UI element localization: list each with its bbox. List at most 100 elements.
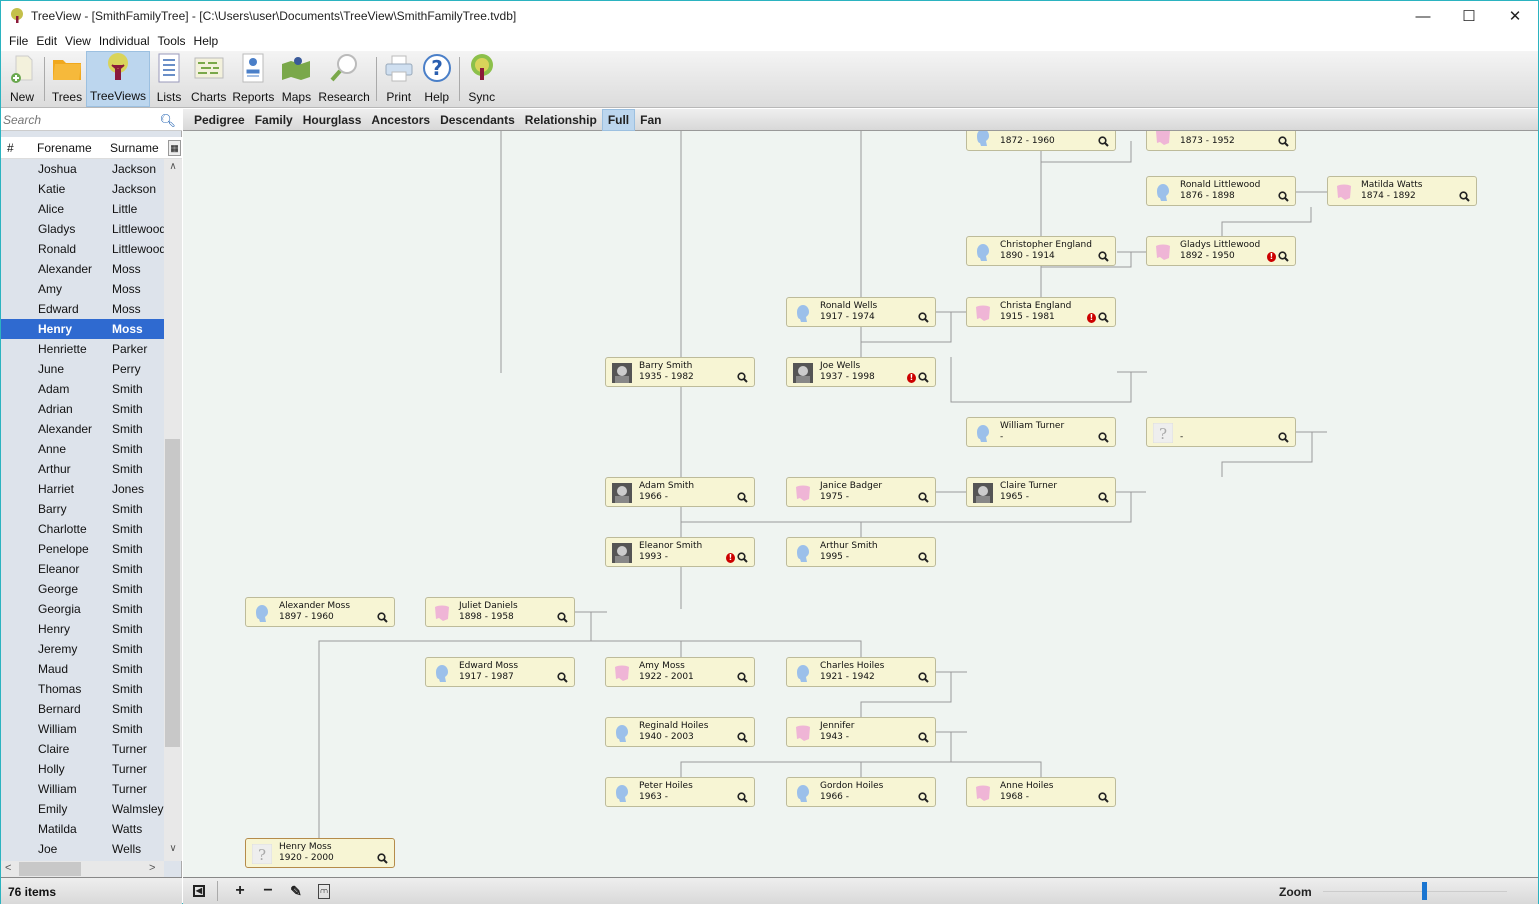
- tab-family[interactable]: Family: [250, 110, 298, 130]
- person-card[interactable]: Gladys Littlewood 1892 - 1950!: [1146, 236, 1296, 266]
- tab-relationship[interactable]: Relationship: [520, 110, 602, 130]
- list-item[interactable]: Arthur Smith: [1, 459, 164, 479]
- reports-button[interactable]: Reports: [229, 51, 277, 107]
- magnifier-icon[interactable]: [737, 792, 748, 803]
- list-item[interactable]: Ronald Littlewood: [1, 239, 164, 259]
- person-card[interactable]: William Turner -: [966, 417, 1116, 447]
- list-item[interactable]: Alice Little: [1, 199, 164, 219]
- menu-individual[interactable]: Individual: [95, 34, 154, 48]
- magnifier-icon[interactable]: [737, 732, 748, 743]
- list-item[interactable]: June Perry: [1, 359, 164, 379]
- research-button[interactable]: Research: [315, 51, 372, 107]
- magnifier-icon[interactable]: [918, 552, 929, 563]
- list-item[interactable]: Katie Jackson: [1, 179, 164, 199]
- zoom-slider-track[interactable]: [1323, 891, 1507, 892]
- zoom-in-button[interactable]: +: [228, 881, 252, 901]
- scroll-right-icon[interactable]: >: [149, 862, 155, 874]
- list-item[interactable]: William Smith: [1, 719, 164, 739]
- tab-hourglass[interactable]: Hourglass: [298, 110, 367, 130]
- person-card[interactable]: Adam Smith 1966 -: [605, 477, 755, 507]
- person-card[interactable]: Alexander Moss 1897 - 1960: [245, 597, 395, 627]
- person-card[interactable]: Jennifer 1943 -: [786, 717, 936, 747]
- print-button[interactable]: Print: [380, 51, 418, 107]
- magnifier-icon[interactable]: [918, 372, 929, 383]
- magnifier-icon[interactable]: [918, 672, 929, 683]
- list-item[interactable]: Joshua Jackson: [1, 159, 164, 179]
- scrollbar-thumb[interactable]: [165, 439, 180, 747]
- menu-edit[interactable]: Edit: [32, 34, 61, 48]
- person-card[interactable]: Peter Hoiles 1963 -: [605, 777, 755, 807]
- person-card[interactable]: 1872 - 1960: [966, 131, 1116, 151]
- list-item[interactable]: George Smith: [1, 579, 164, 599]
- magnifier-icon[interactable]: [1098, 312, 1109, 323]
- edit-button[interactable]: ✎: [284, 881, 308, 901]
- maps-button[interactable]: Maps: [277, 51, 315, 107]
- magnifier-icon[interactable]: [1278, 432, 1289, 443]
- charts-button[interactable]: Charts: [188, 51, 229, 107]
- magnifier-icon[interactable]: [918, 732, 929, 743]
- list-item[interactable]: Maud Smith: [1, 659, 164, 679]
- magnifier-icon[interactable]: [1278, 191, 1289, 202]
- tab-descendants[interactable]: Descendants: [435, 110, 520, 130]
- person-card[interactable]: Claire Turner 1965 -: [966, 477, 1116, 507]
- sync-button[interactable]: Sync: [463, 51, 501, 107]
- magnifier-icon[interactable]: [557, 612, 568, 623]
- list-item[interactable]: Eleanor Smith: [1, 559, 164, 579]
- scroll-up-icon[interactable]: ∧: [164, 161, 182, 179]
- list-item[interactable]: Thomas Smith: [1, 679, 164, 699]
- zoom-slider-thumb[interactable]: [1422, 882, 1428, 900]
- close-button[interactable]: ✕: [1492, 1, 1538, 31]
- person-card[interactable]: Juliet Daniels 1898 - 1958: [425, 597, 575, 627]
- person-card[interactable]: Matilda Watts 1874 - 1892: [1327, 176, 1477, 206]
- list-item[interactable]: Barry Smith: [1, 499, 164, 519]
- list-item[interactable]: Holly Turner: [1, 759, 164, 779]
- magnifier-icon[interactable]: [377, 853, 388, 864]
- tree-canvas[interactable]: 1872 - 1960 1873 - 1952 Ronald Littlewood 1…: [183, 131, 1538, 877]
- list-item[interactable]: Alexander Moss: [1, 259, 164, 279]
- person-card[interactable]: Arthur Smith 1995 -: [786, 537, 936, 567]
- person-card[interactable]: Janice Badger 1975 -: [786, 477, 936, 507]
- person-card[interactable]: Edward Moss 1917 - 1987: [425, 657, 575, 687]
- column-header-surname[interactable]: Surname: [106, 141, 166, 155]
- tab-fan[interactable]: Fan: [635, 110, 666, 130]
- list-item[interactable]: Claire Turner: [1, 739, 164, 759]
- magnifier-icon[interactable]: [1278, 251, 1289, 262]
- person-card[interactable]: Christa England 1915 - 1981!: [966, 297, 1116, 327]
- list-item[interactable]: Joe Wells: [1, 839, 164, 859]
- person-card[interactable]: 1873 - 1952: [1146, 131, 1296, 151]
- magnifier-icon[interactable]: [737, 672, 748, 683]
- warning-icon[interactable]: !: [907, 373, 916, 383]
- list-item[interactable]: Bernard Smith: [1, 699, 164, 719]
- column-header-number[interactable]: #: [1, 141, 31, 155]
- horizontal-scrollbar[interactable]: < >: [1, 861, 164, 878]
- person-card[interactable]: Barry Smith 1935 - 1982: [605, 357, 755, 387]
- person-card[interactable]: Joe Wells 1937 - 1998!: [786, 357, 936, 387]
- menu-view[interactable]: View: [61, 34, 95, 48]
- treeviews-button[interactable]: TreeViews: [86, 51, 151, 107]
- column-chooser-icon[interactable]: ▦: [168, 139, 181, 156]
- magnifier-icon[interactable]: [918, 792, 929, 803]
- person-card[interactable]: Ronald Wells 1917 - 1974: [786, 297, 936, 327]
- search-icon[interactable]: 🔍︎: [159, 113, 176, 129]
- list-item[interactable]: Charlotte Smith: [1, 519, 164, 539]
- list-item[interactable]: Amy Moss: [1, 279, 164, 299]
- magnifier-icon[interactable]: [737, 552, 748, 563]
- magnifier-icon[interactable]: [1098, 136, 1109, 147]
- magnifier-icon[interactable]: [1098, 492, 1109, 503]
- tab-ancestors[interactable]: Ancestors: [366, 110, 435, 130]
- list-item[interactable]: Anne Smith: [1, 439, 164, 459]
- menu-help[interactable]: Help: [190, 34, 223, 48]
- scroll-left-icon[interactable]: <: [5, 862, 11, 874]
- tab-pedigree[interactable]: Pedigree: [189, 110, 250, 130]
- person-card[interactable]: Christopher England 1890 - 1914: [966, 236, 1116, 266]
- list-item[interactable]: Matilda Watts: [1, 819, 164, 839]
- lists-button[interactable]: Lists: [150, 51, 188, 107]
- trees-button[interactable]: Trees: [48, 51, 86, 107]
- new-button[interactable]: New: [3, 51, 41, 107]
- list-item[interactable]: Adrian Smith: [1, 399, 164, 419]
- menu-tools[interactable]: Tools: [154, 34, 190, 48]
- person-card[interactable]: Gordon Hoiles 1966 -: [786, 777, 936, 807]
- magnifier-icon[interactable]: [737, 372, 748, 383]
- search-input[interactable]: [1, 112, 151, 127]
- magnifier-icon[interactable]: [1098, 251, 1109, 262]
